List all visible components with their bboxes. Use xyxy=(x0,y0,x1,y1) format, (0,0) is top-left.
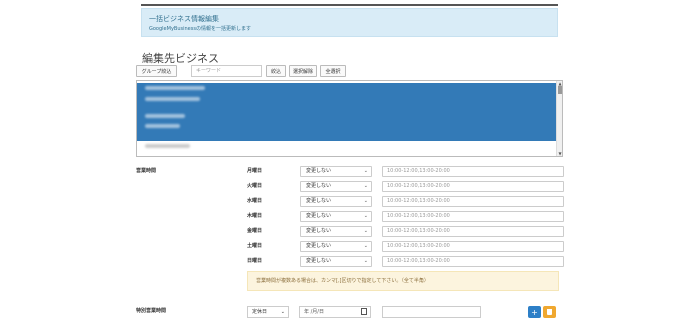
hours-input[interactable]: 10:00-12:00,13:00-20:00 xyxy=(382,241,564,252)
hours-input[interactable]: 10:00-12:00,13:00-20:00 xyxy=(382,211,564,222)
add-button[interactable]: + xyxy=(528,306,541,318)
list-item[interactable] xyxy=(137,141,557,156)
section-heading: 編集先ビジネス xyxy=(142,52,219,65)
chevron-down-icon: ⌄ xyxy=(363,213,368,219)
day-label: 火曜日 xyxy=(247,183,263,189)
chevron-down-icon: ⌄ xyxy=(363,168,368,174)
info-title: 一括ビジネス情報編集 xyxy=(149,15,219,23)
chevron-down-icon: ⌄ xyxy=(280,309,285,315)
chevron-down-icon: ⌄ xyxy=(363,258,368,264)
info-subtitle: GoogleMyBusinessの情報を一括更新します xyxy=(149,26,251,32)
change-select[interactable]: 変更しない ⌄ xyxy=(300,256,372,267)
day-label: 土曜日 xyxy=(247,243,263,249)
scroll-down-icon[interactable]: ▼ xyxy=(557,151,562,156)
keyword-input[interactable]: キーワード xyxy=(191,65,262,77)
filter-button[interactable]: 絞込 xyxy=(266,65,286,77)
listbox-scrollbar[interactable]: ▲ ▼ xyxy=(556,81,562,156)
chevron-down-icon: ⌄ xyxy=(363,198,368,204)
special-hours-label: 特別営業時間 xyxy=(136,308,167,314)
day-label: 水曜日 xyxy=(247,198,263,204)
special-date-input[interactable]: 年 /月/日 xyxy=(299,306,371,318)
change-select[interactable]: 変更しない ⌄ xyxy=(300,241,372,252)
delete-button[interactable] xyxy=(543,306,556,318)
change-select[interactable]: 変更しない ⌄ xyxy=(300,211,372,222)
deselect-button[interactable]: 選択解除 xyxy=(289,65,317,77)
hours-note: 営業時間が複数ある場合は、カンマ[,]区切りで指定して下さい。（全て半角） xyxy=(247,271,559,291)
select-all-button[interactable]: 全選択 xyxy=(320,65,346,77)
business-listbox[interactable]: ▲ ▼ xyxy=(136,80,563,157)
day-label: 金曜日 xyxy=(247,228,263,234)
trash-icon xyxy=(547,309,552,315)
day-label: 月曜日 xyxy=(247,168,263,174)
change-select[interactable]: 変更しない ⌄ xyxy=(300,181,372,192)
special-hours-input[interactable] xyxy=(382,306,481,318)
change-select[interactable]: 変更しない ⌄ xyxy=(300,166,372,177)
group-filter-button[interactable]: グループ絞込 xyxy=(136,65,177,77)
list-item[interactable] xyxy=(137,93,557,111)
top-divider xyxy=(141,4,558,6)
day-label: 日曜日 xyxy=(247,258,263,264)
calendar-icon[interactable] xyxy=(361,308,367,315)
chevron-down-icon: ⌄ xyxy=(363,183,368,189)
hours-input[interactable]: 10:00-12:00,13:00-20:00 xyxy=(382,196,564,207)
plus-icon: + xyxy=(531,307,538,317)
day-label: 木曜日 xyxy=(247,213,263,219)
chevron-down-icon: ⌄ xyxy=(363,243,368,249)
hours-input[interactable]: 10:00-12:00,13:00-20:00 xyxy=(382,181,564,192)
chevron-down-icon: ⌄ xyxy=(363,228,368,234)
change-select[interactable]: 変更しない ⌄ xyxy=(300,226,372,237)
special-type-select[interactable]: 定休日 ⌄ xyxy=(247,306,289,318)
change-select[interactable]: 変更しない ⌄ xyxy=(300,196,372,207)
list-item[interactable] xyxy=(137,111,557,141)
hours-label: 営業時間 xyxy=(136,168,157,174)
hours-input[interactable]: 10:00-12:00,13:00-20:00 xyxy=(382,166,564,177)
scrollbar-thumb[interactable] xyxy=(558,86,562,94)
hours-input[interactable]: 10:00-12:00,13:00-20:00 xyxy=(382,226,564,237)
hours-input[interactable]: 10:00-12:00,13:00-20:00 xyxy=(382,256,564,267)
list-item[interactable] xyxy=(137,83,557,93)
info-panel: 一括ビジネス情報編集 GoogleMyBusinessの情報を一括更新します xyxy=(141,8,558,37)
